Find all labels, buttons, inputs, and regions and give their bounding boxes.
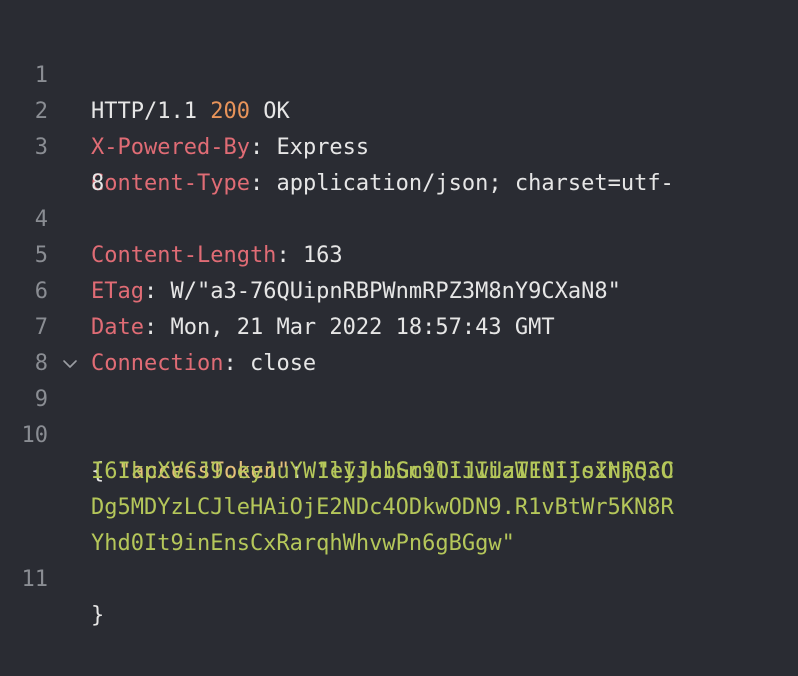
- code-line-10: 10 "accessToken": "eyJhbGciOiJIUzI1NiIsI…: [0, 382, 798, 484]
- code-line-10-wrap-3: Yhd0It9inEnsCxRarqhWhvwPn6gBGgw": [0, 490, 798, 556]
- chevron-down-icon: [63, 360, 77, 368]
- code-line-10-wrap-1: I6IkpXVCJ9.eyJuYW1lIjoiSm9lIiwiaWF0IjoxN…: [0, 418, 798, 484]
- code-line-7: 7 Connection: close: [0, 274, 798, 376]
- close-brace: }: [91, 603, 105, 628]
- code-line-6: 6 Date: Mon, 21 Mar 2022 18:57:43 GMT: [0, 238, 798, 340]
- code-line-5: 5 ETag: W/"a3-76QUipnRBPWnmRPZ3M8nY9CXaN…: [0, 202, 798, 304]
- code-line-11: 11 }: [0, 526, 798, 628]
- line-number: 11: [21, 567, 49, 592]
- code-line-8: 8: [0, 310, 798, 376]
- code-line-10-wrap-2: Dg5MDYzLCJleHAiOjE2NDc4ODkwODN9.R1vBtWr5…: [0, 454, 798, 520]
- code-line-2: 2 X-Powered-By: Express: [0, 58, 798, 160]
- code-line-9: 9 {: [0, 346, 798, 484]
- code-line-3-wrap: 8: [0, 130, 798, 196]
- code-line-1: 1 HTTP/1.1 200 OK: [0, 22, 798, 124]
- http-response-viewer: 1 HTTP/1.1 200 OK 2 X-Powered-By: Expres…: [0, 0, 798, 676]
- code-line-3: 3 Content-Type: application/json; charse…: [0, 94, 798, 196]
- code-line-4: 4 Content-Length: 163: [0, 166, 798, 268]
- fold-toggle[interactable]: [60, 346, 80, 382]
